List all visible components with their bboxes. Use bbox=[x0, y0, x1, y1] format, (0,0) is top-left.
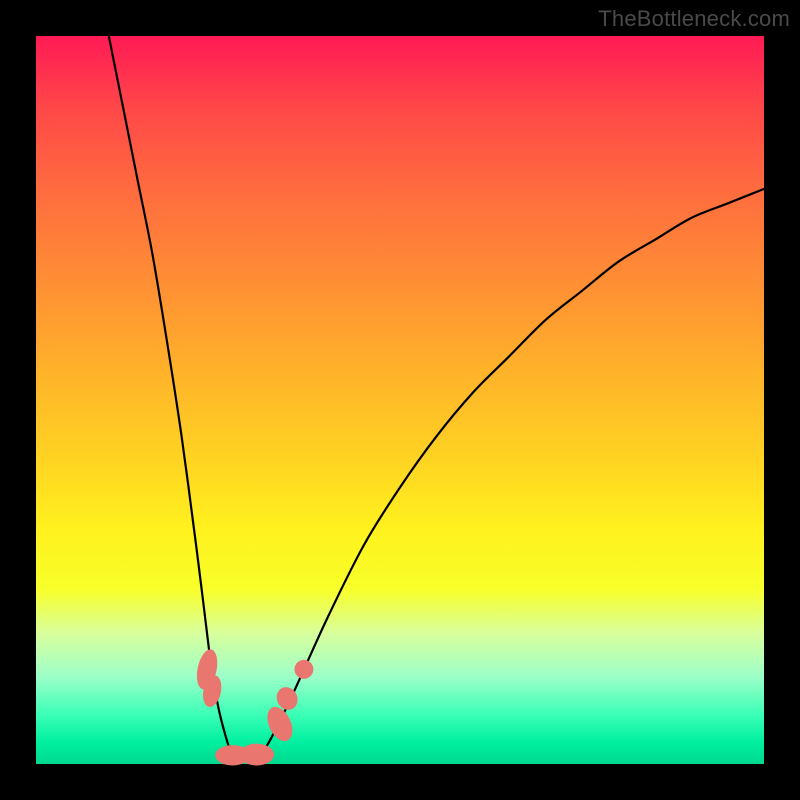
curve-right-branch bbox=[254, 189, 764, 764]
chart-frame: TheBottleneck.com bbox=[0, 0, 800, 800]
watermark-text: TheBottleneck.com bbox=[598, 6, 790, 32]
data-marker bbox=[294, 660, 313, 679]
data-marker bbox=[262, 703, 297, 745]
plot-area bbox=[36, 36, 764, 764]
curve-left-branch bbox=[109, 36, 240, 764]
data-marker bbox=[239, 744, 274, 766]
curve-layer bbox=[36, 36, 764, 764]
